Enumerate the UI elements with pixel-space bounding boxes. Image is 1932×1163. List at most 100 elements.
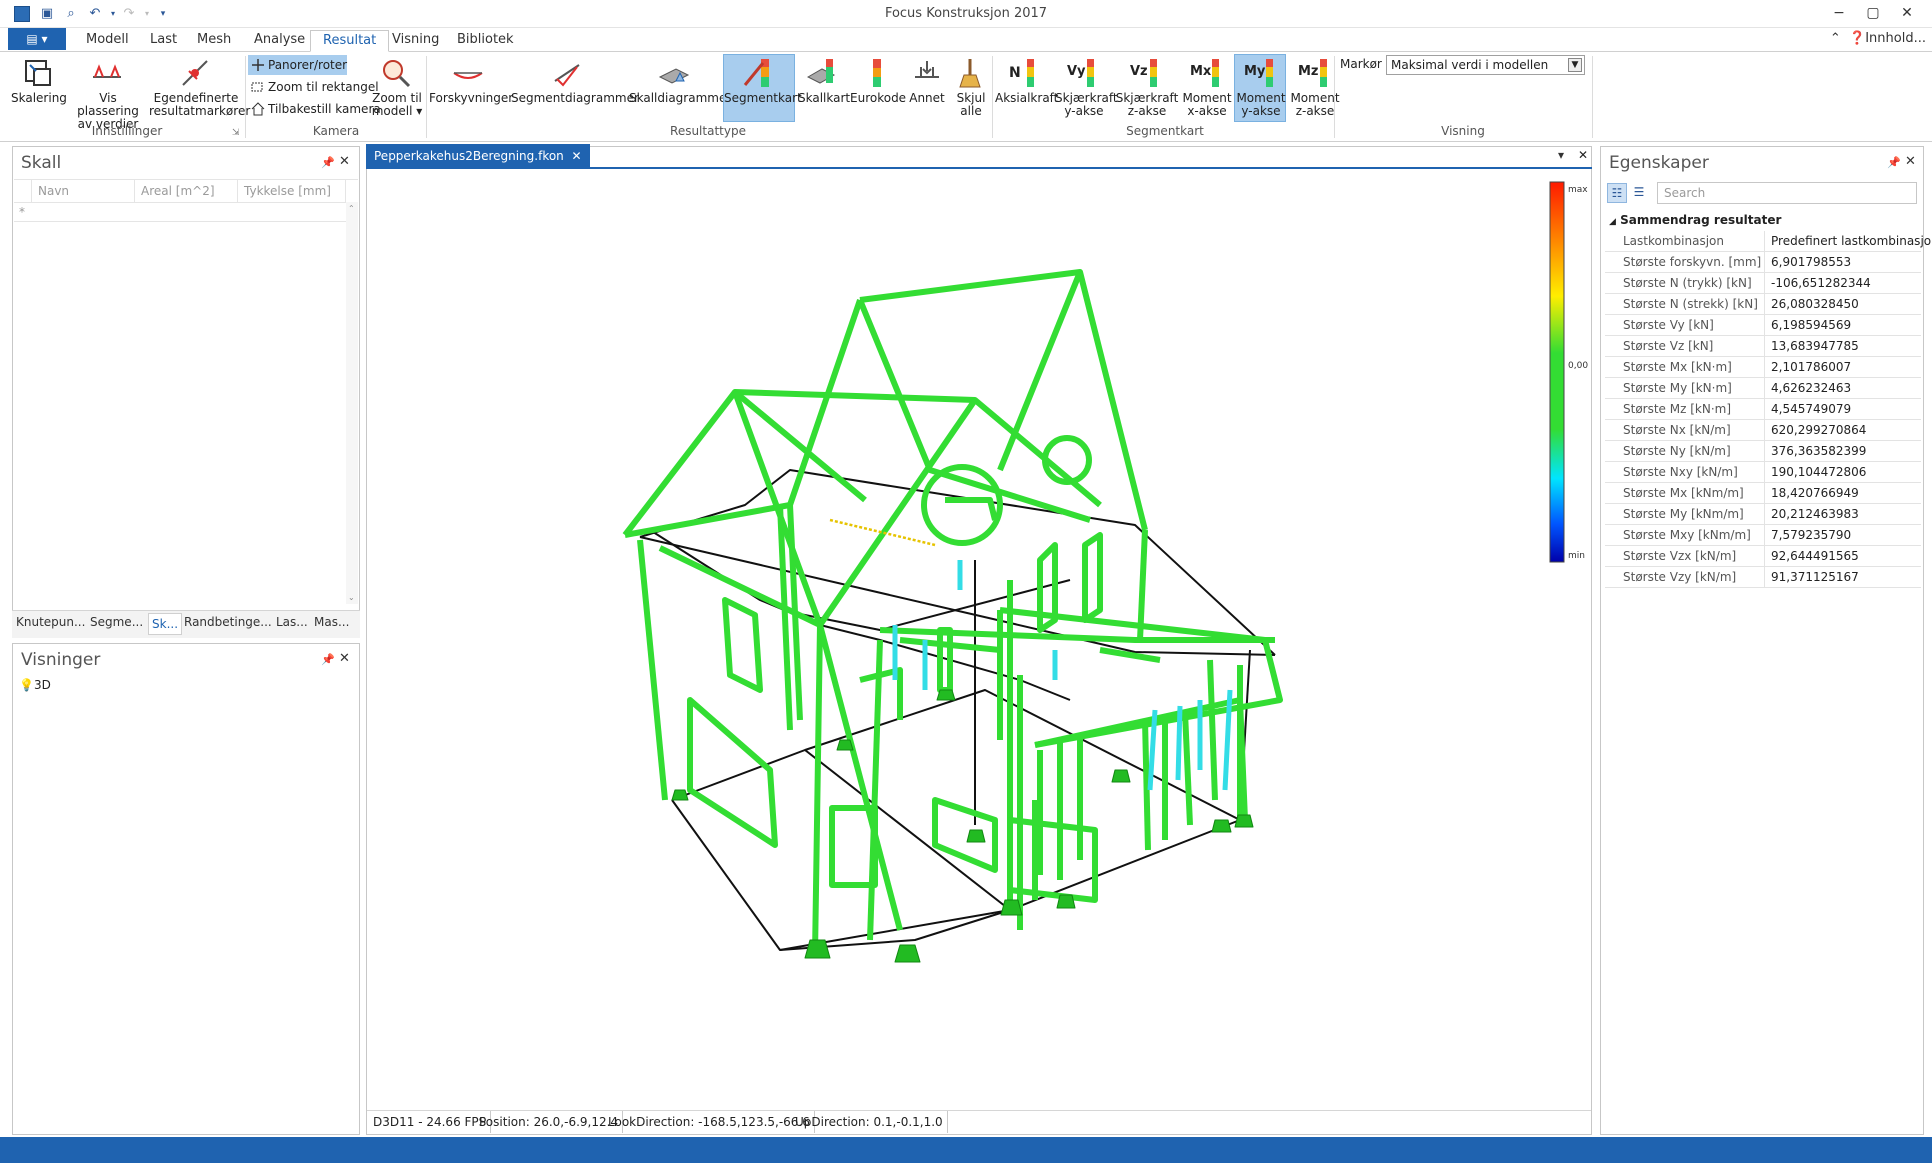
eurocode-button[interactable]: Eurokode (849, 54, 906, 106)
property-row[interactable]: Lastkombinasjon Predefinert lastkombinasj… (1605, 231, 1932, 252)
custom-markers-button[interactable]: Egendefinerte resultatmarkører (148, 54, 250, 119)
alphabetical-view-icon[interactable]: ☰ (1629, 183, 1649, 203)
column-header-navn[interactable]: Navn (32, 180, 135, 202)
column-header-areal[interactable]: Areal [m^2] (135, 180, 238, 202)
property-row[interactable]: Største Vy [kN] 6,198594569 (1605, 315, 1921, 336)
moment-y-button[interactable]: My Moment y-akse (1234, 54, 1286, 122)
tab-randbetingelser[interactable]: Randbetinge... (184, 615, 272, 629)
tab-list-dropdown-icon[interactable]: ▾ (1558, 148, 1564, 162)
property-row[interactable]: Største Nx [kN/m] 620,299270864 (1605, 420, 1921, 441)
shear-z-button[interactable]: Vz Skjærkraft z-akse (1114, 54, 1178, 119)
panel-title: Egenskaper (1609, 153, 1709, 173)
property-row[interactable]: Største Vzx [kN/m] 92,644491565 (1605, 546, 1921, 567)
property-search-input[interactable]: Search (1657, 182, 1917, 204)
close-document-icon[interactable]: ✕ (1578, 148, 1588, 162)
tab-resultat[interactable]: Resultat (310, 30, 390, 52)
pin-icon[interactable]: 📌 (321, 156, 335, 169)
property-row[interactable]: Største Mxy [kNm/m] 7,579235790 (1605, 525, 1921, 546)
categorized-view-icon[interactable]: ☷ (1607, 183, 1627, 203)
property-row[interactable]: Største Mx [kNm/m] 18,420766949 (1605, 483, 1921, 504)
tab-masser[interactable]: Mas... (314, 615, 349, 629)
eurocode-icon (873, 59, 881, 87)
property-row[interactable]: Største Ny [kN/m] 376,363582399 (1605, 441, 1921, 462)
scrollbar[interactable]: ⌃ ⌄ (346, 202, 358, 604)
axial-force-button[interactable]: N Aksialkraft (994, 54, 1058, 106)
property-row[interactable]: Største Vzy [kN/m] 91,371125167 (1605, 567, 1921, 588)
property-key: Største N (strekk) [kN] (1605, 294, 1765, 315)
property-row[interactable]: Største N (strekk) [kN] 26,080328450 (1605, 294, 1921, 315)
shell-diagrams-button[interactable]: Skalldiagrammer (628, 54, 731, 106)
property-row[interactable]: Største Mx [kN·m] 2,101786007 (1605, 357, 1921, 378)
property-row[interactable]: Største forskyvn. [mm] 6,901798553 (1605, 252, 1921, 273)
moment-y-icon: My (1244, 59, 1273, 87)
tab-segmenter[interactable]: Segme... (90, 615, 143, 629)
tab-last[interactable]: Last (138, 30, 189, 52)
tab-knutepunkter[interactable]: Knutepun... (16, 615, 85, 629)
segment-map-button[interactable]: Segmentkart (723, 54, 802, 122)
property-value: 20,212463983 (1771, 507, 1859, 521)
dialog-launcher-icon[interactable]: ⇲ (232, 128, 240, 138)
3d-model-view[interactable]: max 0,00 min (367, 170, 1591, 1108)
property-row[interactable]: Største N (trykk) [kN] -106,651282344 (1605, 273, 1921, 294)
file-menu-button[interactable]: ▤ ▾ (8, 28, 66, 50)
property-row[interactable]: Største My [kN·m] 4,626232463 (1605, 378, 1921, 399)
close-icon[interactable]: ✕ (339, 651, 350, 666)
reset-camera-button[interactable]: Tilbakestill kamera (248, 99, 381, 119)
property-row[interactable]: Største Mz [kN·m] 4,545749079 (1605, 399, 1921, 420)
chevron-up-icon[interactable]: ⌃ (1830, 31, 1841, 46)
group-separator (992, 56, 993, 138)
marker-label: Markør (1340, 57, 1382, 71)
close-button[interactable]: ✕ (1884, 0, 1930, 28)
shear-y-button[interactable]: Vy Skjærkraft y-akse (1054, 54, 1118, 119)
tab-bibliotek[interactable]: Bibliotek (445, 30, 526, 52)
tree-item-3d[interactable]: 💡3D (19, 678, 51, 692)
shell-map-button[interactable]: Skallkart (797, 54, 850, 106)
moment-x-button[interactable]: Mx Moment x-akse (1180, 54, 1232, 119)
displacements-button[interactable]: Forskyvninger (428, 54, 513, 106)
moment-z-button[interactable]: Mz Moment z-akse (1288, 54, 1340, 119)
fps-readout: D3D11 - 24.66 FPS (369, 1111, 492, 1133)
property-value: -106,651282344 (1771, 276, 1871, 290)
views-panel: Visninger 📌 ✕ 💡3D (12, 643, 360, 1135)
marker-select[interactable]: Maksimal verdi i modellen ▼ (1386, 55, 1585, 75)
group-resultattype-label: Resultattype (670, 124, 746, 138)
chevron-up-icon[interactable]: ⌃ (348, 204, 355, 213)
tab-skall[interactable]: Sk... (148, 613, 183, 635)
views-tree: 💡3D (19, 678, 51, 692)
property-row[interactable]: Største Vz [kN] 13,683947785 (1605, 336, 1921, 357)
segment-diagrams-button[interactable]: Segmentdiagrammer (510, 54, 639, 106)
tab-mesh[interactable]: Mesh (185, 30, 243, 52)
chevron-down-icon[interactable]: ▼ (1568, 58, 1582, 72)
property-key: Største My [kN·m] (1605, 378, 1765, 399)
tab-laster[interactable]: Las... (276, 615, 308, 629)
help-button[interactable]: ⌃ ❓Innhold... (1830, 31, 1926, 46)
property-category[interactable]: ◢ Sammendrag resultater (1609, 213, 1781, 227)
broom-icon (959, 59, 981, 88)
close-icon[interactable]: ✕ (339, 154, 350, 169)
tab-analyse[interactable]: Analyse (242, 30, 317, 52)
close-tab-icon[interactable]: ✕ (571, 149, 581, 163)
property-grid: Lastkombinasjon Predefinert lastkombinasj… (1605, 231, 1932, 588)
tab-visning[interactable]: Visning (380, 30, 451, 52)
property-value: 7,579235790 (1771, 528, 1852, 542)
pin-icon[interactable]: 📌 (1887, 156, 1901, 169)
property-row[interactable]: Største My [kNm/m] 20,212463983 (1605, 504, 1921, 525)
column-header-tykkelse[interactable]: Tykkelse [mm] (238, 180, 346, 202)
tab-modell[interactable]: Modell (74, 30, 141, 52)
show-values-button[interactable]: Vis plassering av verdier (68, 54, 146, 132)
zoom-rectangle-button[interactable]: Zoom til rektangel (248, 77, 379, 97)
scaling-button[interactable]: Skalering (10, 54, 67, 106)
collapse-triangle-icon[interactable]: ◢ (1609, 217, 1616, 227)
look-direction-readout: LookDirection: -168.5,123.5,-66.6 (604, 1111, 815, 1133)
chevron-down-icon[interactable]: ⌄ (348, 593, 355, 602)
other-button[interactable]: Annet (907, 54, 947, 106)
pan-rotate-button[interactable]: Panorer/roter (248, 55, 348, 75)
new-row[interactable]: * (14, 202, 346, 222)
pin-icon[interactable]: 📌 (321, 653, 335, 666)
hide-all-button[interactable]: Skjul alle (951, 54, 989, 119)
document-tab[interactable]: Pepperkakehus2Beregning.fkon ✕ (366, 144, 590, 168)
zoom-model-button[interactable]: Zoom til modell ▾ (368, 54, 424, 119)
close-icon[interactable]: ✕ (1905, 154, 1916, 169)
property-row[interactable]: Største Nxy [kN/m] 190,104472806 (1605, 462, 1921, 483)
pan-icon (252, 59, 264, 71)
